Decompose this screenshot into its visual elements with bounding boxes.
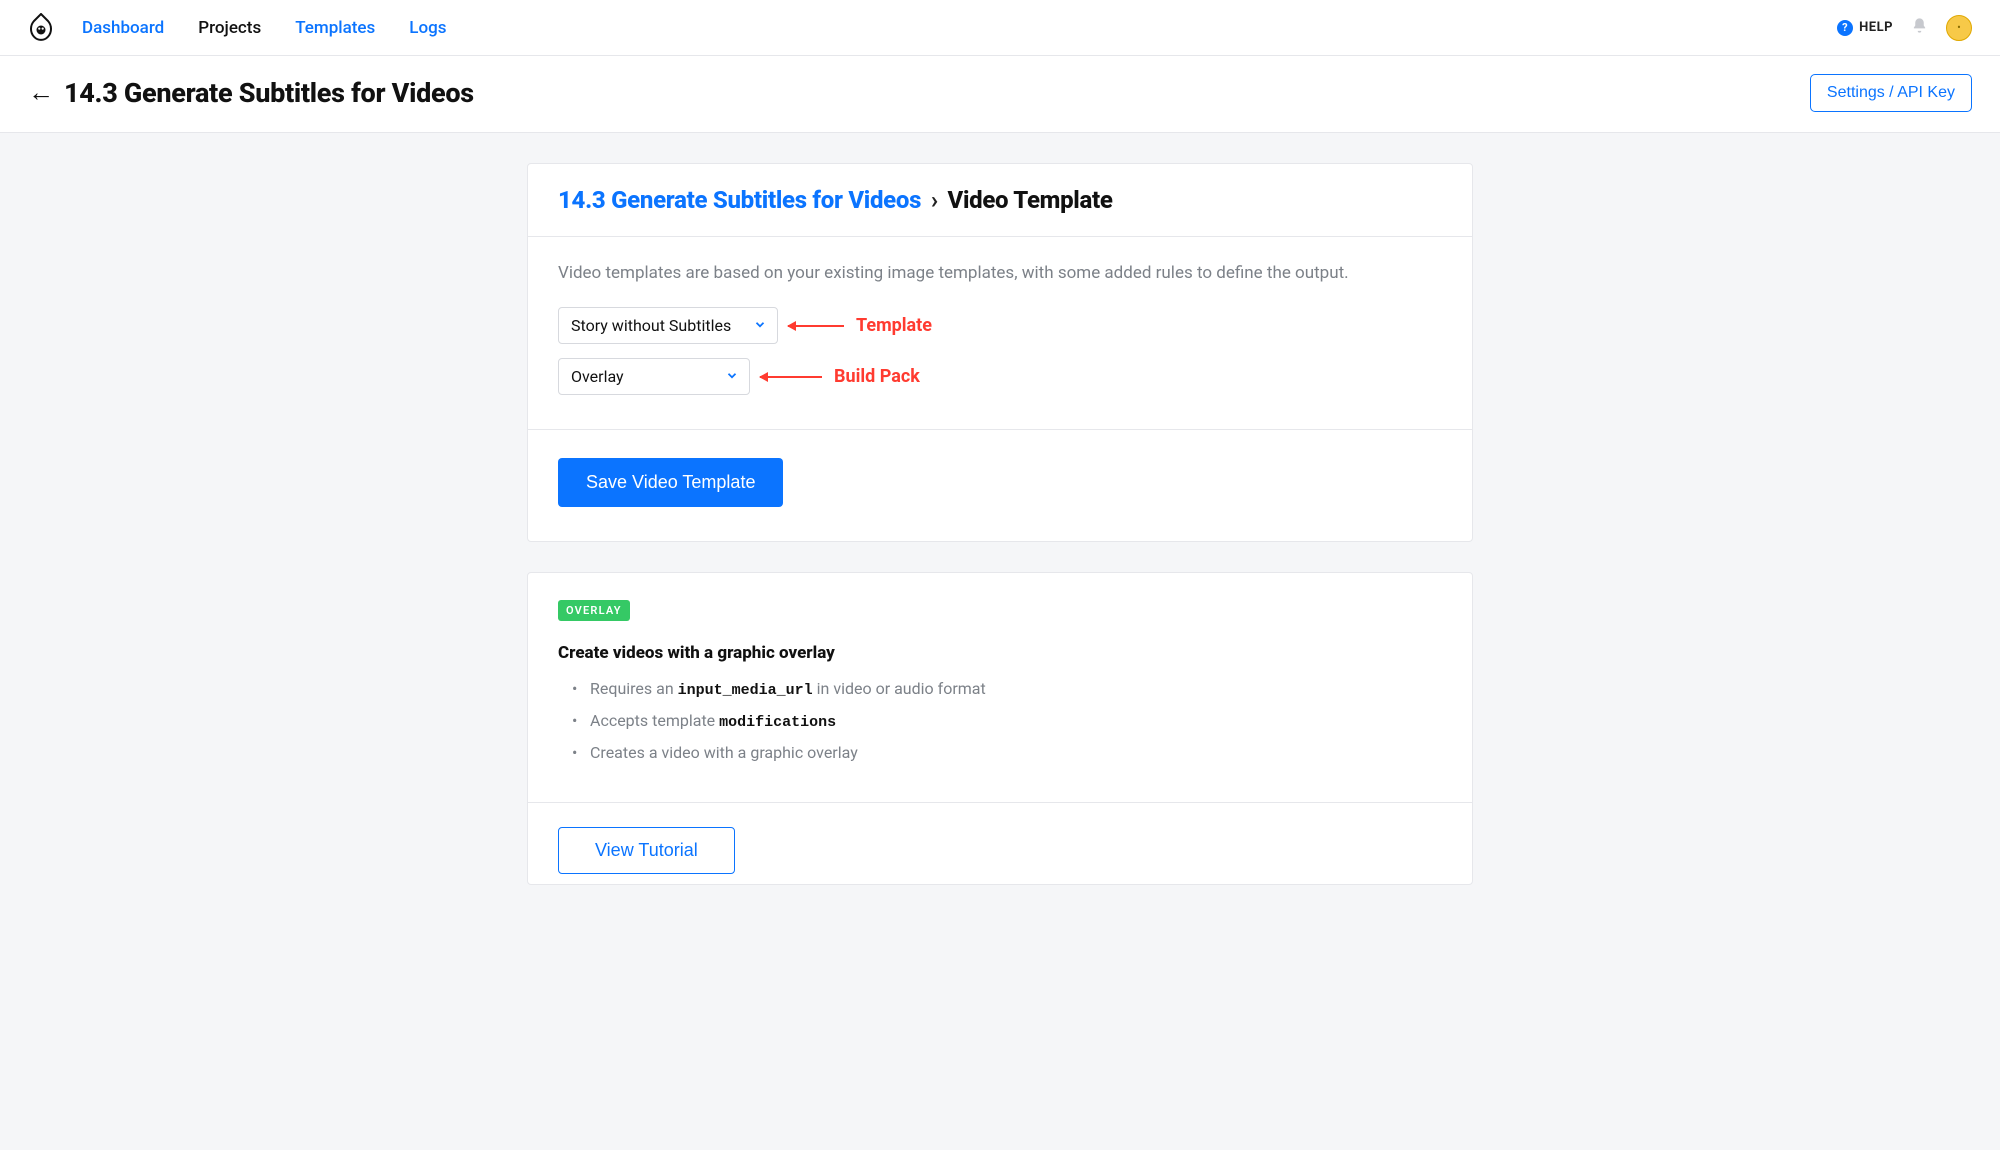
sub-header: ← 14.3 Generate Subtitles for Videos Set… <box>0 56 2000 133</box>
template-annotation-label: Template <box>856 315 932 336</box>
logo[interactable] <box>28 13 54 43</box>
chevron-down-icon <box>725 367 739 386</box>
overlay-info-card: OVERLAY Create videos with a graphic ove… <box>527 572 1473 885</box>
help-button[interactable]: ? HELP <box>1837 20 1893 36</box>
nav-projects[interactable]: Projects <box>198 18 261 38</box>
template-select-value: Story without Subtitles <box>571 316 731 335</box>
buildpack-select[interactable]: Overlay <box>558 358 750 395</box>
template-annotation: Template <box>788 315 932 336</box>
form-body: Video templates are based on your existi… <box>528 237 1472 430</box>
form-footer: Save Video Template <box>528 430 1472 541</box>
card-header: 14.3 Generate Subtitles for Videos › Vid… <box>528 164 1472 237</box>
arrow-left-icon <box>760 376 822 378</box>
buildpack-select-value: Overlay <box>571 367 624 386</box>
buildpack-select-row: Overlay Build Pack <box>558 358 1442 395</box>
top-nav-right: ? HELP • <box>1837 15 1972 41</box>
bullet-code: input_media_url <box>678 682 813 699</box>
breadcrumb-sep: › <box>931 186 938 214</box>
buildpack-annotation-label: Build Pack <box>834 366 920 387</box>
view-tutorial-button[interactable]: View Tutorial <box>558 827 735 874</box>
video-template-card: 14.3 Generate Subtitles for Videos › Vid… <box>527 163 1473 542</box>
bullet-code: modifications <box>719 714 836 731</box>
nav-dashboard[interactable]: Dashboard <box>82 18 164 38</box>
form-description: Video templates are based on your existi… <box>558 263 1442 283</box>
question-icon: ? <box>1837 20 1853 36</box>
content: 14.3 Generate Subtitles for Videos › Vid… <box>527 163 1473 955</box>
chevron-down-icon <box>753 316 767 335</box>
overlay-title: Create videos with a graphic overlay <box>558 643 1442 663</box>
bullet-text: in video or audio format <box>813 679 986 698</box>
overlay-bullets: Requires an input_media_url in video or … <box>558 679 1442 762</box>
template-select-row: Story without Subtitles Template <box>558 307 1442 344</box>
save-video-template-button[interactable]: Save Video Template <box>558 458 783 507</box>
avatar[interactable]: • <box>1946 15 1972 41</box>
breadcrumb-current: Video Template <box>947 186 1112 214</box>
help-label: HELP <box>1859 20 1893 35</box>
back-arrow-icon[interactable]: ← <box>28 80 54 106</box>
nav-logs[interactable]: Logs <box>409 18 446 38</box>
avatar-initial: • <box>1957 21 1961 34</box>
breadcrumb: 14.3 Generate Subtitles for Videos › Vid… <box>558 186 1442 214</box>
buildpack-annotation: Build Pack <box>760 366 920 387</box>
arrow-left-icon <box>788 325 844 327</box>
nav-links: Dashboard Projects Templates Logs <box>82 18 447 38</box>
bullet-text: Requires an <box>590 679 678 698</box>
bullet-item: Accepts template modifications <box>572 711 1442 731</box>
bullet-item: Creates a video with a graphic overlay <box>572 743 1442 762</box>
tutorial-section: View Tutorial <box>528 802 1472 884</box>
breadcrumb-link[interactable]: 14.3 Generate Subtitles for Videos <box>558 186 921 214</box>
template-select[interactable]: Story without Subtitles <box>558 307 778 344</box>
overlay-body: OVERLAY Create videos with a graphic ove… <box>528 573 1472 802</box>
bullet-item: Requires an input_media_url in video or … <box>572 679 1442 699</box>
bell-icon[interactable] <box>1911 17 1928 38</box>
nav-templates[interactable]: Templates <box>295 18 375 38</box>
settings-api-key-button[interactable]: Settings / API Key <box>1810 74 1972 112</box>
bullet-text: Creates a video with a graphic overlay <box>590 743 858 762</box>
top-nav: Dashboard Projects Templates Logs ? HELP… <box>0 0 2000 56</box>
bullet-text: Accepts template <box>590 711 719 730</box>
page-title: 14.3 Generate Subtitles for Videos <box>64 77 474 109</box>
overlay-badge: OVERLAY <box>558 600 630 621</box>
